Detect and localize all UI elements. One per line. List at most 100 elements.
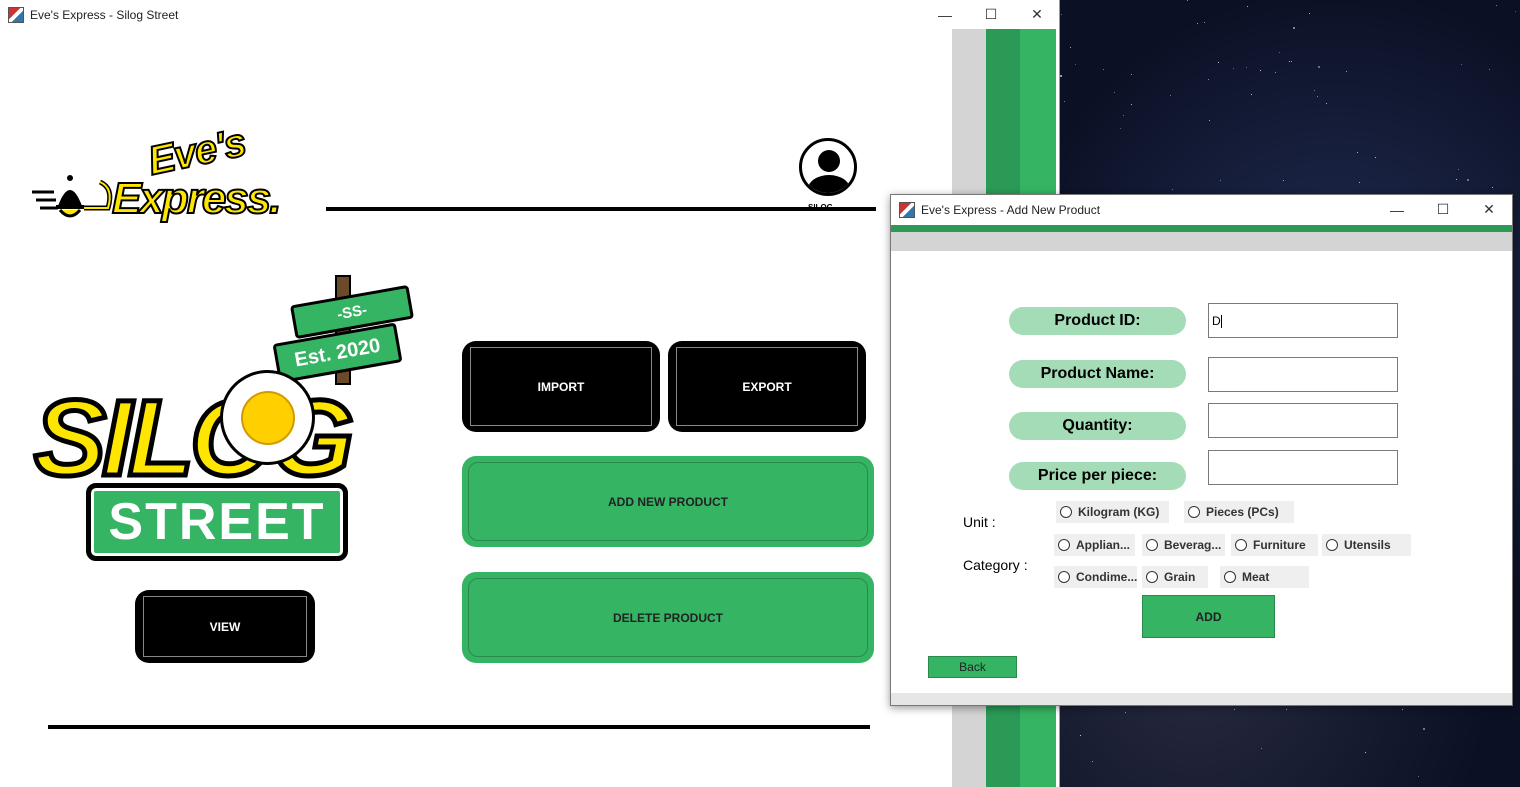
dialog-gray-bar — [891, 232, 1512, 251]
star — [1197, 23, 1198, 24]
category-label: Category : — [963, 557, 1028, 573]
star — [1123, 115, 1124, 116]
star — [1251, 94, 1252, 95]
star — [1060, 75, 1062, 77]
silog-street-logo: -SS- Est. 2020 SILOG STREET — [30, 275, 415, 565]
star — [1120, 128, 1121, 129]
star — [1275, 72, 1276, 73]
category-radio-utensils[interactable]: Utensils — [1322, 534, 1411, 556]
dialog-app-icon — [899, 202, 915, 218]
star — [1218, 62, 1219, 63]
maximize-icon[interactable]: ☐ — [968, 0, 1014, 29]
close-icon[interactable]: ✕ — [1014, 0, 1060, 29]
star — [1515, 11, 1516, 12]
app-icon — [8, 6, 24, 23]
star — [1359, 182, 1360, 183]
star — [1070, 47, 1071, 48]
product-id-label: Product ID: — [1009, 307, 1186, 335]
unit-label: Unit : — [963, 514, 996, 530]
category-radio-grain[interactable]: Grain — [1142, 566, 1208, 588]
quantity-label: Quantity: — [1009, 412, 1186, 440]
user-profile-icon[interactable] — [799, 138, 857, 196]
star — [1247, 6, 1248, 7]
unit-radio-pieces[interactable]: Pieces (PCs) — [1184, 501, 1294, 523]
star — [1187, 0, 1188, 1]
category-radio-condiments[interactable]: Condime... — [1054, 566, 1137, 588]
star — [1080, 735, 1081, 736]
star — [1125, 712, 1126, 713]
product-id-value: D — [1212, 314, 1221, 328]
import-button[interactable]: IMPORT — [462, 341, 660, 432]
star — [1365, 752, 1366, 753]
star — [1318, 66, 1320, 68]
star — [1246, 67, 1247, 68]
category-radio-utensils-label: Utensils — [1344, 538, 1391, 552]
price-label: Price per piece: — [1009, 462, 1186, 490]
maximize-icon[interactable]: ☐ — [1420, 195, 1466, 224]
add-new-product-label: ADD NEW PRODUCT — [608, 494, 728, 509]
star — [1075, 64, 1076, 65]
category-radio-condiments-label: Condime... — [1076, 570, 1137, 584]
unit-radio-kilogram[interactable]: Kilogram (KG) — [1056, 501, 1169, 523]
star — [1286, 709, 1287, 710]
category-radio-meat-label: Meat — [1242, 570, 1270, 584]
star — [1326, 103, 1327, 104]
price-field[interactable] — [1208, 450, 1398, 485]
star — [1309, 13, 1310, 14]
back-button[interactable]: Back — [928, 656, 1017, 678]
view-button-label: VIEW — [209, 619, 241, 634]
add-button[interactable]: ADD — [1142, 595, 1275, 638]
star — [1114, 92, 1115, 93]
dialog-window-controls: — ☐ ✕ — [1374, 195, 1512, 224]
main-titlebar: Eve's Express - Silog Street — [0, 0, 1059, 29]
star — [1233, 68, 1234, 69]
dialog-green-bar — [891, 225, 1512, 232]
add-new-product-button[interactable]: ADD NEW PRODUCT — [462, 456, 874, 547]
product-name-field[interactable] — [1208, 357, 1398, 392]
export-button[interactable]: EXPORT — [668, 341, 866, 432]
add-product-dialog: Eve's Express - Add New Product — ☐ ✕ Pr… — [890, 194, 1513, 706]
star — [1291, 61, 1292, 62]
category-radio-furniture[interactable]: Furniture — [1231, 534, 1318, 556]
star — [1260, 70, 1261, 71]
footer-divider — [48, 725, 870, 729]
category-radio-furniture-label: Furniture — [1253, 538, 1306, 552]
minimize-icon[interactable]: — — [922, 0, 968, 29]
star — [1293, 27, 1295, 29]
star — [1209, 120, 1210, 121]
star — [1314, 90, 1315, 91]
logo-word-express: Express. — [111, 173, 282, 224]
star — [1456, 179, 1457, 180]
star — [1317, 96, 1318, 97]
star — [1402, 709, 1403, 710]
category-radio-beverages[interactable]: Beverag... — [1142, 534, 1225, 556]
minimize-icon[interactable]: — — [1374, 195, 1420, 224]
product-id-field[interactable]: D — [1208, 303, 1398, 338]
star — [1492, 187, 1493, 188]
header-divider — [326, 207, 876, 211]
star — [1283, 180, 1284, 181]
fried-egg-icon — [220, 370, 315, 465]
star — [1234, 709, 1235, 710]
star — [1496, 5, 1497, 6]
star — [1170, 95, 1171, 96]
star — [1357, 152, 1358, 153]
view-button[interactable]: VIEW — [135, 590, 315, 663]
star — [1423, 728, 1425, 730]
close-icon[interactable]: ✕ — [1466, 195, 1512, 224]
star — [1375, 157, 1376, 158]
dialog-bottom-bar — [891, 693, 1512, 705]
eves-express-logo: Eve's Express. — [30, 119, 320, 232]
delete-product-button[interactable]: DELETE PRODUCT — [462, 572, 874, 663]
quantity-field[interactable] — [1208, 403, 1398, 438]
category-radio-appliances[interactable]: Applian... — [1054, 534, 1135, 556]
category-radio-beverages-label: Beverag... — [1164, 538, 1222, 552]
street-sign: STREET — [86, 483, 348, 561]
main-window-controls: — ☐ ✕ — [922, 0, 1060, 29]
unit-radio-kilogram-label: Kilogram (KG) — [1078, 505, 1160, 519]
delete-product-label: DELETE PRODUCT — [612, 610, 723, 625]
category-radio-meat[interactable]: Meat — [1220, 566, 1309, 588]
user-label: SILOG — [808, 203, 833, 212]
import-button-label: IMPORT — [537, 379, 585, 394]
star — [1289, 61, 1290, 62]
